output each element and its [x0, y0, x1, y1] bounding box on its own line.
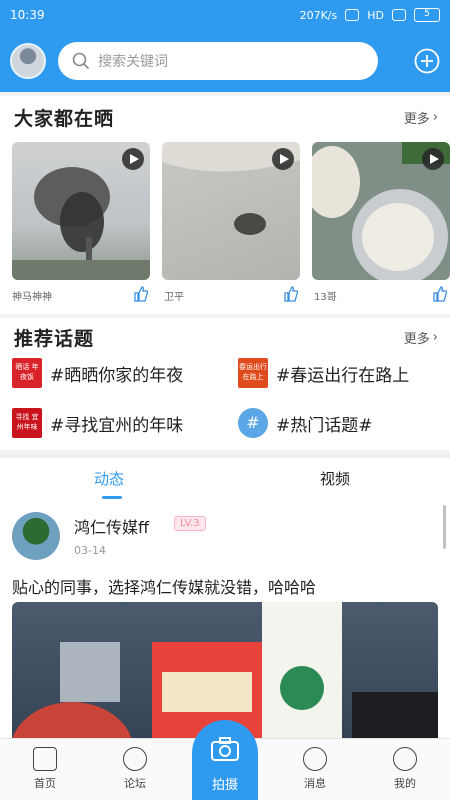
chevron-right-icon: › — [432, 110, 438, 125]
status-bar: 10:39 207K/s HD 5 — [0, 0, 450, 30]
home-icon — [33, 747, 57, 771]
chevron-right-icon: › — [432, 330, 438, 345]
topic-item-1[interactable]: 晒话 年夜饭 #晒晒你家的年夜 — [12, 358, 183, 388]
forum-icon — [123, 747, 147, 771]
status-time: 10:39 — [10, 8, 45, 22]
search-placeholder: 搜索关键词 — [98, 54, 168, 70]
nav-messages-label: 消息 — [304, 777, 326, 790]
search-icon — [72, 52, 90, 70]
nav-mine-label: 我的 — [394, 777, 416, 790]
nav-home-label: 首页 — [34, 777, 56, 790]
camera-label: 拍摄 — [211, 778, 238, 793]
active-tab-indicator — [102, 496, 122, 499]
thumbs-up-icon[interactable] — [432, 286, 448, 302]
topic-item-3[interactable]: 寻找 宜州年味 #寻找宜州的年味 — [12, 408, 183, 438]
share-more-label: 更多 — [403, 112, 430, 127]
profile-icon — [393, 747, 417, 771]
thumbs-up-icon[interactable] — [133, 286, 149, 302]
message-icon — [303, 747, 327, 771]
share-caption-2: 卫平 — [164, 292, 184, 303]
wifi-icon — [392, 9, 406, 21]
topic-thumb-2: 春运出行 在路上 — [238, 358, 268, 388]
topic-label-4: #热门话题# — [276, 415, 373, 436]
play-icon — [122, 148, 144, 170]
tab-dynamic[interactable]: 动态 — [94, 468, 124, 489]
tab-video[interactable]: 视频 — [320, 468, 350, 489]
alarm-icon — [345, 9, 360, 21]
hashtag-icon: # — [238, 408, 268, 438]
post-text: 贴心的同事，选择鸿仁传媒就没错，哈哈哈 — [12, 578, 317, 597]
play-icon — [272, 148, 294, 170]
share-caption-1: 神马神神 — [12, 292, 52, 303]
level-badge: LV.3 — [174, 516, 206, 531]
post-date: 03-14 — [74, 544, 106, 557]
battery-icon: 5 — [414, 8, 440, 22]
add-plus-icon[interactable] — [414, 48, 440, 74]
scrollbar[interactable] — [443, 505, 446, 549]
network-type: HD — [367, 8, 384, 22]
topic-label-3: #寻找宜州的年味 — [50, 415, 184, 436]
share-title: 大家都在晒 — [14, 108, 115, 130]
nav-messages[interactable]: 消息 — [280, 747, 350, 791]
topic-thumb-1: 晒话 年夜饭 — [12, 358, 42, 388]
nav-mine[interactable]: 我的 — [370, 747, 440, 791]
feed-tabs: 动态 视频 — [0, 458, 450, 502]
topics-header: 推荐话题 更多 › — [14, 324, 438, 351]
camera-icon — [211, 737, 239, 761]
play-icon — [422, 148, 444, 170]
topic-label-2: #春运出行在路上 — [276, 365, 410, 386]
nav-forum-label: 论坛 — [124, 777, 146, 790]
share-video-3[interactable] — [312, 142, 450, 280]
share-more-link[interactable]: 更多 › — [404, 108, 438, 127]
topic-thumb-3: 寻找 宜州年味 — [12, 408, 42, 438]
post-author-avatar[interactable] — [12, 512, 60, 560]
thumbs-up-icon[interactable] — [283, 286, 299, 302]
topic-item-4[interactable]: # #热门话题# — [238, 408, 373, 438]
camera-button[interactable]: 拍摄 — [192, 720, 258, 800]
share-header: 大家都在晒 更多 › — [14, 104, 438, 131]
topics-title: 推荐话题 — [14, 328, 95, 350]
topic-item-2[interactable]: 春运出行 在路上 #春运出行在路上 — [238, 358, 409, 388]
topics-more-label: 更多 — [403, 332, 430, 347]
share-video-2[interactable] — [162, 142, 300, 280]
post-author-name[interactable]: 鸿仁传媒ff — [74, 514, 149, 538]
user-avatar[interactable] — [10, 43, 46, 79]
network-speed: 207K/s — [299, 8, 338, 22]
nav-forum[interactable]: 论坛 — [100, 747, 170, 791]
share-caption-3: 13哥 — [314, 292, 337, 303]
search-input[interactable]: 搜索关键词 — [58, 42, 378, 80]
nav-home[interactable]: 首页 — [10, 747, 80, 791]
topics-more-link[interactable]: 更多 › — [404, 328, 438, 347]
top-header: 搜索关键词 — [0, 30, 450, 92]
topic-label-1: #晒晒你家的年夜 — [50, 365, 184, 386]
share-video-1[interactable] — [12, 142, 150, 280]
